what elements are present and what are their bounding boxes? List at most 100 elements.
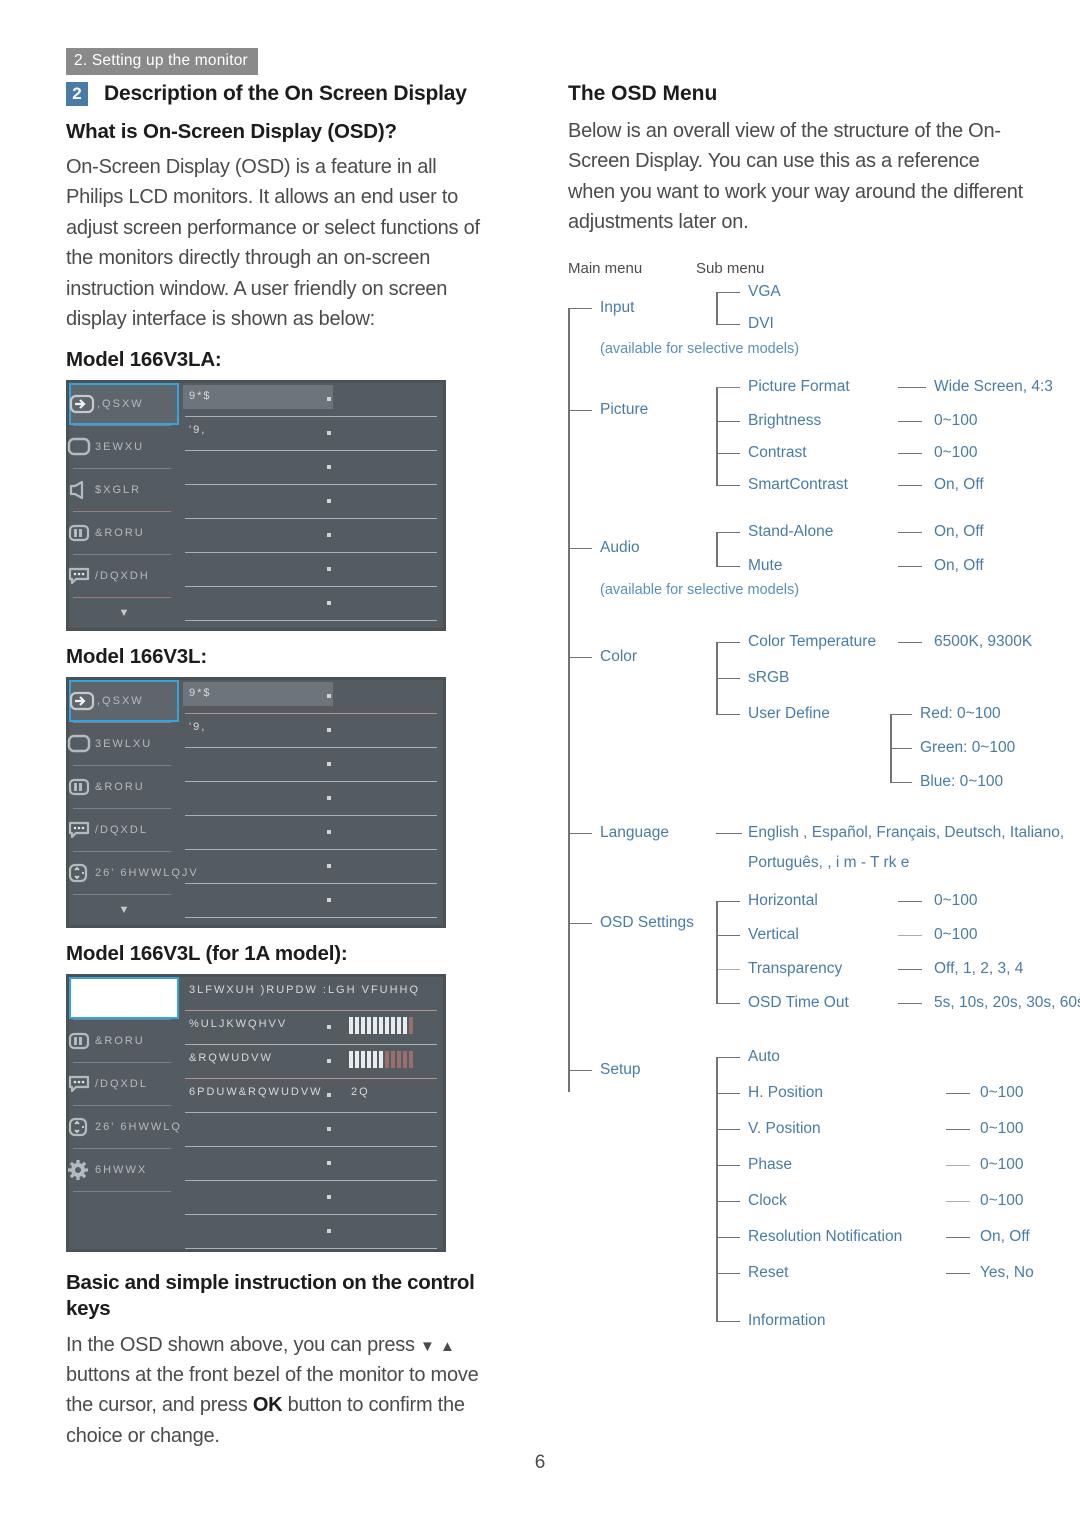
right-column: The OSD Menu Below is an overall view of… — [568, 82, 1080, 1426]
osd1-sep-5 — [73, 597, 171, 599]
osd2-row: '9, — [179, 714, 443, 749]
osd2-row-dot — [327, 694, 331, 699]
tree-connector-clock — [716, 1200, 740, 1203]
osd3-item-color[interactable]: &RORU — [68, 1020, 179, 1062]
tree-node-h-position[interactable]: H. Position — [748, 1084, 823, 1102]
osd1-item-input[interactable]: ,QSXW — [69, 383, 179, 426]
tree-connector-resolution-val — [946, 1236, 970, 1239]
tree-node-color[interactable]: Color — [600, 648, 637, 666]
osd3-item-selected-blank[interactable] — [69, 977, 179, 1020]
osd1-item-picture[interactable]: 3EWXU — [67, 426, 179, 468]
heading-the-osd-menu: The OSD Menu — [568, 82, 718, 105]
tree-connector-smartcontrast-val — [898, 484, 922, 487]
tree-connector-audio — [568, 547, 592, 550]
osd1-sidebar: ,QSXW 3EWXU $XGLR &RORU /DQXDH ▼ — [67, 383, 179, 628]
osd3-item-language[interactable]: /DQXDL — [68, 1063, 179, 1105]
tree-connector-setup — [568, 1069, 592, 1072]
left-column: 2 Description of the On Screen Display W… — [66, 82, 496, 1455]
tree-node-reset[interactable]: Reset — [748, 1264, 789, 1282]
tree-node-vertical[interactable]: Vertical — [748, 926, 799, 944]
tree-node-language[interactable]: Language — [600, 824, 669, 842]
osd2-row: 9*$ — [179, 680, 443, 715]
tree-node-vga[interactable]: VGA — [748, 283, 781, 301]
manual-page: 2. Setting up the monitor 2 Description … — [0, 0, 1080, 1532]
tree-node-information[interactable]: Information — [748, 1312, 826, 1330]
tree-connector-srgb — [716, 677, 740, 680]
tree-node-brightness[interactable]: Brightness — [748, 412, 821, 430]
tree-node-stand-alone[interactable]: Stand-Alone — [748, 523, 833, 541]
osd1-item-audio[interactable]: $XGLR — [69, 469, 179, 511]
ok-button-label: OK — [252, 1394, 283, 1417]
smartcontrast-value: 2Q — [351, 1086, 370, 1099]
tree-node-color-temperature[interactable]: Color Temperature — [748, 633, 876, 651]
tree-node-resolution-notification[interactable]: Resolution Notification — [748, 1228, 902, 1246]
section-title-text: Description of the On Screen Display — [104, 82, 467, 105]
tree-bracket-audio — [716, 531, 718, 566]
osd3-row-smartcontrast: 6PDUW&RQWUDVW 2Q — [179, 1079, 443, 1114]
osd3-item-setup[interactable]: 6HWWX — [68, 1149, 179, 1191]
tree-node-osd-settings[interactable]: OSD Settings — [600, 914, 694, 932]
tree-node-picture-format[interactable]: Picture Format — [748, 378, 850, 396]
tree-node-mute[interactable]: Mute — [748, 557, 782, 575]
tree-node-audio[interactable]: Audio — [600, 539, 640, 557]
osd2-sep-5 — [73, 894, 171, 896]
osd1-row-text: 9*$ — [189, 390, 212, 403]
osd3-label-osd-settings: 26' 6HWWLQ — [95, 1121, 182, 1134]
osd1-item-color[interactable]: &RORU — [68, 512, 179, 554]
tree-node-osd-time-out[interactable]: OSD Time Out — [748, 994, 849, 1012]
audio-icon — [65, 480, 95, 500]
tree-node-picture[interactable]: Picture — [600, 401, 648, 419]
tree-connector-color-temperature — [716, 641, 740, 644]
osd2-item-picture[interactable]: 3EWLXU — [67, 723, 179, 765]
osd2-label-language: /DQXDL — [95, 824, 148, 837]
tree-node-auto[interactable]: Auto — [748, 1048, 780, 1066]
tree-node-srgb[interactable]: sRGB — [748, 669, 789, 687]
osd1-scroll-down-caret[interactable]: ▼ — [69, 598, 179, 628]
tree-node-v-position[interactable]: V. Position — [748, 1120, 821, 1138]
osd1-row-dot — [327, 397, 331, 402]
tree-column-headers: Main menu Sub menu — [568, 260, 1028, 280]
osd1-row: '9, — [179, 417, 443, 452]
tree-node-dvi[interactable]: DVI — [748, 315, 774, 333]
osd1-label-input: ,QSXW — [97, 398, 144, 411]
osd3-row-contrast: &RQWUDVW — [179, 1045, 443, 1080]
osd3-row-text: 3LFWXUH )RUPDW :LGH VFUHHQ — [189, 984, 421, 997]
tree-connector-reset-val — [946, 1272, 970, 1275]
tree-node-horizontal[interactable]: Horizontal — [748, 892, 818, 910]
tree-node-setup[interactable]: Setup — [600, 1061, 641, 1079]
tree-node-smartcontrast[interactable]: SmartContrast — [748, 476, 848, 494]
tree-value-phase: 0~100 — [980, 1155, 1024, 1173]
osd1-item-language[interactable]: /DQXDH — [68, 555, 179, 597]
tree-node-user-define[interactable]: User Define — [748, 705, 830, 723]
osd2-item-color[interactable]: &RORU — [68, 766, 179, 808]
osd2-scroll-down-caret[interactable]: ▼ — [69, 895, 179, 925]
osd2-row-dot — [327, 898, 331, 903]
tree-connector-picture — [568, 409, 592, 412]
tree-connector-vga — [716, 291, 740, 294]
osd3-item-osd-settings[interactable]: 26' 6HWWLQ — [68, 1106, 182, 1148]
osd2-item-input[interactable]: ,QSXW — [69, 680, 179, 723]
tree-node-transparency[interactable]: Transparency — [748, 960, 842, 978]
osd1-label-audio: $XGLR — [95, 484, 142, 497]
brightness-slider[interactable] — [349, 1017, 413, 1035]
paragraph-osd-menu-intro: Below is an overall view of the structur… — [568, 120, 1023, 234]
page-number: 6 — [534, 1452, 546, 1473]
osd2-row — [179, 748, 443, 783]
osd2-label-input: ,QSXW — [97, 695, 144, 708]
tree-node-contrast[interactable]: Contrast — [748, 444, 807, 462]
paragraph-control-keys: In the OSD shown above, you can press ▼ … — [66, 1330, 496, 1452]
tree-value-horizontal: 0~100 — [934, 891, 978, 909]
tree-node-clock[interactable]: Clock — [748, 1192, 787, 1210]
picture-icon — [65, 734, 95, 754]
tree-node-input[interactable]: Input — [600, 299, 634, 317]
language-icon — [65, 566, 95, 586]
osd2-item-osd-settings[interactable]: 26' 6HWWLQJV — [68, 852, 197, 894]
osd2-main-panel: 9*$ '9, — [179, 680, 443, 925]
osd3-row-dot — [327, 1127, 331, 1132]
tree-node-phase[interactable]: Phase — [748, 1156, 792, 1174]
contrast-slider[interactable] — [349, 1051, 413, 1069]
osd2-item-language[interactable]: /DQXDL — [68, 809, 179, 851]
tree-connector-color-temp-val — [898, 641, 922, 644]
osd3-row-dot — [327, 1025, 331, 1030]
osd2-sidebar: ,QSXW 3EWLXU &RORU /DQXDL 26' 6HWWLQJV ▼ — [67, 680, 197, 925]
